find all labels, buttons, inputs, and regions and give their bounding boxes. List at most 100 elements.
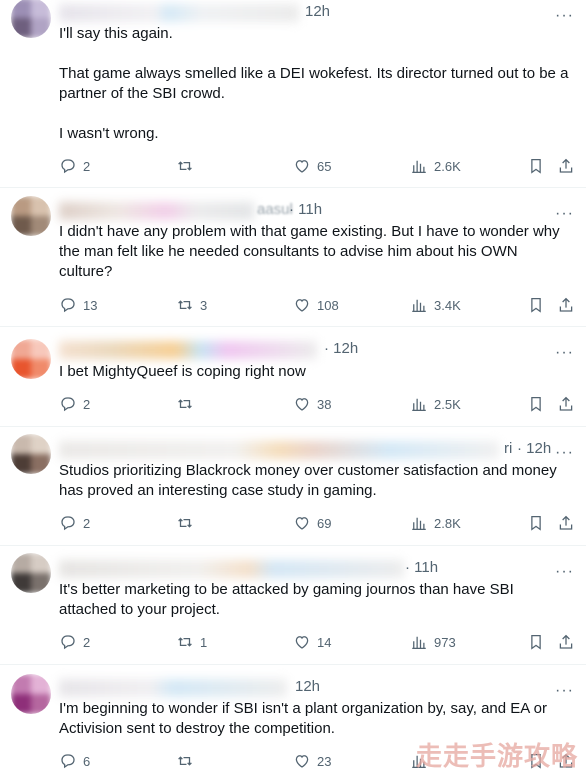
retweet-count: 1 [200, 634, 208, 650]
like-button[interactable]: 108 [293, 295, 339, 315]
reply-count: 2 [83, 515, 91, 531]
views-icon [412, 160, 426, 174]
retweet-icon [178, 518, 192, 528]
retweet-button[interactable] [176, 156, 200, 176]
avatar[interactable] [11, 0, 51, 38]
tweet-time[interactable]: · 11h [405, 559, 438, 576]
tweet-handle: aasul [257, 201, 293, 218]
more-icon[interactable]: ··· [555, 8, 574, 24]
heart-icon [295, 517, 309, 530]
bookmark-icon [531, 634, 541, 650]
like-button[interactable]: 23 [293, 751, 331, 771]
reply-button[interactable]: 2 [59, 394, 90, 414]
heart-icon [295, 160, 309, 173]
retweet-button[interactable] [176, 751, 200, 771]
like-button[interactable]: 65 [293, 156, 331, 176]
tweet[interactable]: ri · 12h ··· Studios prioritizing Blackr… [0, 427, 586, 546]
tweet-time[interactable]: · 12h [324, 340, 358, 357]
share-icon [559, 515, 573, 530]
more-icon[interactable]: ··· [555, 445, 574, 461]
heart-icon [295, 636, 309, 649]
redacted-username [59, 4, 299, 22]
like-count: 38 [317, 396, 332, 412]
bookmark-button[interactable] [527, 295, 551, 315]
tweet-text: I bet MightyQueef is coping right now [59, 363, 306, 380]
reply-button[interactable]: 13 [59, 295, 97, 315]
more-icon[interactable]: ··· [555, 683, 574, 699]
tweet-handle: ri [504, 440, 513, 457]
share-icon [559, 396, 573, 411]
more-icon[interactable]: ··· [555, 345, 574, 361]
share-button[interactable] [557, 513, 581, 533]
retweet-button[interactable]: 3 [176, 295, 207, 315]
avatar[interactable] [11, 339, 51, 379]
reply-button[interactable]: 2 [59, 513, 90, 533]
retweet-button[interactable] [176, 394, 200, 414]
reply-button[interactable]: 2 [59, 632, 90, 652]
share-icon [559, 634, 573, 649]
like-count: 69 [317, 515, 332, 531]
views-icon [412, 299, 426, 313]
views-button[interactable]: 2.8K [410, 513, 461, 533]
more-icon[interactable]: ··· [555, 564, 574, 580]
like-count: 65 [317, 158, 332, 174]
avatar[interactable] [11, 674, 51, 714]
like-button[interactable]: 69 [293, 513, 331, 533]
reply-count: 2 [83, 634, 91, 650]
like-count: 23 [317, 753, 332, 769]
share-button[interactable] [557, 156, 581, 176]
tweet-text: I'm beginning to wonder if SBI isn't a p… [59, 700, 551, 737]
tweet-time[interactable]: · 11h [289, 201, 322, 218]
avatar[interactable] [11, 434, 51, 474]
share-icon [559, 158, 573, 173]
share-icon [559, 297, 573, 312]
tweet-actions: 2 1 14 973 [0, 632, 586, 652]
share-button[interactable] [557, 295, 581, 315]
bookmark-button[interactable] [527, 632, 551, 652]
avatar[interactable] [11, 553, 51, 593]
bookmark-button[interactable] [527, 156, 551, 176]
tweet-time[interactable]: 12h [305, 3, 330, 20]
tweet[interactable]: 12h ··· I'll say this again. That game a… [0, 0, 586, 188]
views-button[interactable]: 973 [410, 632, 456, 652]
heart-icon [295, 755, 309, 768]
tweet-header: · 12h [59, 339, 559, 361]
views-button[interactable]: 2.6K [410, 156, 461, 176]
retweet-button[interactable]: 1 [176, 632, 207, 652]
bookmark-icon [531, 515, 541, 531]
views-button[interactable]: 2.5K [410, 394, 461, 414]
avatar[interactable] [11, 196, 51, 236]
tweet[interactable]: · 11h ··· It's better marketing to be at… [0, 546, 586, 665]
more-icon[interactable]: ··· [555, 206, 574, 222]
bookmark-button[interactable] [527, 394, 551, 414]
like-button[interactable]: 14 [293, 632, 331, 652]
tweet-header: 12h [59, 677, 559, 699]
retweet-count: 3 [200, 297, 208, 313]
retweet-button[interactable] [176, 513, 200, 533]
redacted-username [59, 679, 287, 697]
tweet-actions: 2 69 2.8K [0, 513, 586, 533]
bookmark-button[interactable] [527, 513, 551, 533]
share-button[interactable] [557, 394, 581, 414]
like-count: 14 [317, 634, 332, 650]
redacted-username [59, 202, 254, 220]
like-count: 108 [317, 297, 339, 313]
like-button[interactable]: 38 [293, 394, 331, 414]
tweet-actions: 2 65 2.6K [0, 156, 586, 176]
tweet-time[interactable]: 12h [295, 678, 320, 695]
tweet[interactable]: aasul · 11h ··· I didn't have any proble… [0, 188, 586, 327]
redacted-username [59, 560, 404, 578]
retweet-icon [178, 300, 192, 310]
tweet[interactable]: · 12h ··· I bet MightyQueef is coping ri… [0, 327, 586, 427]
retweet-icon [178, 161, 192, 171]
reply-count: 2 [83, 158, 91, 174]
tweet-header: aasul · 11h [59, 200, 559, 222]
tweet-text: Studios prioritizing Blackrock money ove… [59, 462, 561, 499]
views-count: 2.6K [434, 158, 461, 174]
reply-button[interactable]: 6 [59, 751, 90, 771]
heart-icon [295, 299, 309, 312]
views-button[interactable]: 3.4K [410, 295, 461, 315]
share-button[interactable] [557, 632, 581, 652]
tweet-time[interactable]: · 12h [517, 440, 551, 457]
reply-button[interactable]: 2 [59, 156, 90, 176]
